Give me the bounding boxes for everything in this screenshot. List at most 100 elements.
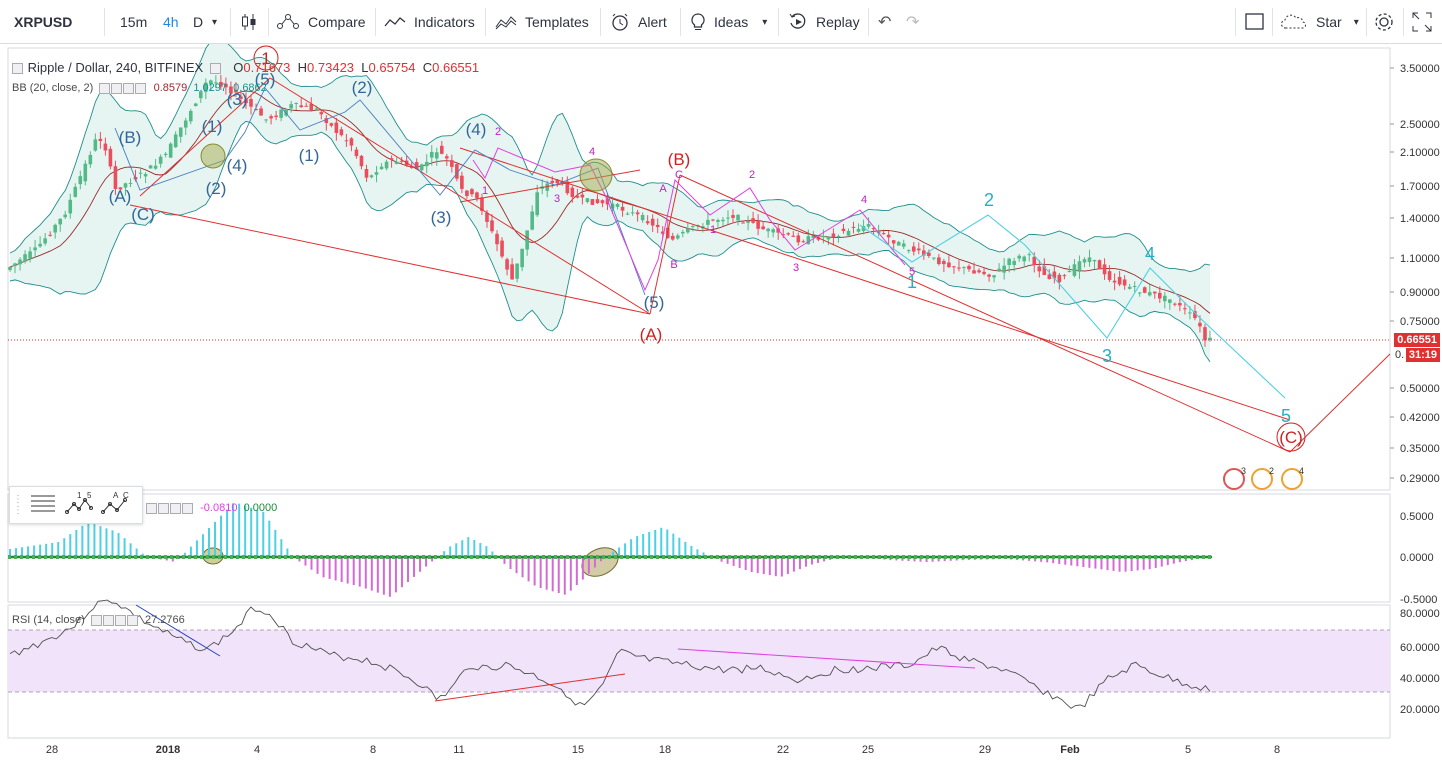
- candle-body: [851, 226, 856, 228]
- lines-menu-icon[interactable]: [29, 492, 57, 519]
- collapse-icon[interactable]: [12, 63, 23, 75]
- separator: [600, 8, 601, 36]
- ideas-button[interactable]: Ideas ▾: [690, 0, 767, 44]
- candle-body: [1117, 276, 1122, 285]
- interval-chevron-down-icon[interactable]: ▾: [212, 0, 217, 44]
- price-axis[interactable]: 3.50000 2.50000 2.10000 1.70000 1.40000 1.100…: [1390, 63, 1440, 716]
- candle-body: [1178, 303, 1182, 306]
- price-label: 0.75000: [1400, 316, 1440, 328]
- candle-body: [168, 143, 173, 158]
- candle-body: [726, 217, 730, 219]
- close-icon[interactable]: [126, 614, 138, 626]
- wave-label: 5: [909, 266, 915, 278]
- event-badges[interactable]: 3 2 4: [1223, 466, 1304, 490]
- eye-icon[interactable]: [146, 502, 157, 514]
- eye-icon[interactable]: [90, 614, 102, 626]
- undo-icon[interactable]: ↶: [878, 0, 891, 44]
- chart-area[interactable]: 1 (B) (A) (C) (B) (A) (C) (1) (2) (3) (4…: [0, 44, 1442, 761]
- templates-button[interactable]: Templates: [495, 0, 589, 44]
- interval-4h[interactable]: 4h: [163, 0, 179, 44]
- candle-body: [1032, 256, 1037, 265]
- candle-body: [600, 200, 605, 204]
- interval-15m[interactable]: 15m: [120, 0, 147, 44]
- redo-icon[interactable]: ↷: [906, 0, 919, 44]
- candle-body: [419, 164, 424, 171]
- settings-icon[interactable]: [102, 614, 114, 626]
- close-icon[interactable]: [182, 502, 193, 514]
- separator: [868, 8, 869, 36]
- candle-body: [550, 180, 555, 183]
- candle-body: [1112, 280, 1117, 283]
- candle-body: [1047, 274, 1052, 280]
- wave-label: (1): [299, 146, 320, 165]
- candle-body: [299, 105, 304, 108]
- bar-style-button[interactable]: [240, 0, 258, 44]
- star-chevron-down-icon[interactable]: ▾: [1354, 17, 1359, 28]
- candle-body: [485, 212, 489, 222]
- drawing-toolbar[interactable]: ⋮ ⋮ 15 AC: [9, 486, 143, 524]
- elliott-impulse-icon[interactable]: 15: [65, 490, 95, 521]
- replay-button[interactable]: Replay: [788, 0, 860, 44]
- candle-body: [1027, 254, 1032, 256]
- price-label: 3.50000: [1400, 63, 1440, 75]
- wave-label: 2: [984, 190, 994, 210]
- add-icon[interactable]: [123, 82, 135, 94]
- candle-body: [1007, 258, 1011, 266]
- time-label: Feb: [1060, 744, 1080, 756]
- candle-body: [424, 161, 429, 167]
- eye-icon[interactable]: [99, 82, 111, 94]
- candle-body: [1157, 292, 1162, 299]
- candle-body: [977, 270, 981, 273]
- rsi-axis-label: 80.0000: [1400, 608, 1440, 620]
- interval-d[interactable]: D: [193, 0, 203, 44]
- rsi-legend: RSI (14, close) 27.2766: [12, 614, 185, 626]
- separator: [375, 8, 376, 36]
- candle-body: [675, 235, 680, 239]
- candle-body: [942, 261, 946, 265]
- candle-body: [1092, 259, 1097, 262]
- fullscreen-box-button[interactable]: [1245, 0, 1265, 44]
- candle-body: [1062, 275, 1067, 277]
- close-icon[interactable]: [135, 82, 147, 94]
- ideas-chevron-down-icon[interactable]: ▾: [762, 17, 767, 28]
- candle-body: [349, 138, 354, 146]
- drag-handle-icon[interactable]: ⋮ ⋮: [13, 494, 23, 516]
- candle-body: [515, 263, 519, 279]
- candle-body: [78, 176, 83, 185]
- star-button[interactable]: Star ▾: [1280, 0, 1359, 44]
- indicators-button[interactable]: Indicators: [384, 0, 475, 44]
- candle-body: [88, 154, 93, 165]
- candle-body: [193, 103, 198, 107]
- elliott-correction-icon[interactable]: AC: [101, 490, 131, 521]
- candle-body: [896, 241, 901, 246]
- candle-body: [470, 189, 474, 195]
- wave-label: B: [670, 259, 677, 271]
- candle-body: [821, 235, 826, 238]
- current-price-tag: 0.66551: [1394, 333, 1440, 347]
- settings-icon[interactable]: [158, 502, 169, 514]
- candle-body: [972, 270, 976, 274]
- settings-button[interactable]: [1373, 0, 1395, 44]
- templates-icon: [495, 16, 517, 30]
- lightbulb-icon: [691, 13, 705, 30]
- gear-icon: [1375, 13, 1393, 31]
- candle-body: [751, 218, 755, 223]
- add-icon[interactable]: [170, 502, 181, 514]
- candle-body: [259, 108, 263, 116]
- settings-icon[interactable]: [111, 82, 123, 94]
- fullscreen-button[interactable]: [1412, 0, 1432, 44]
- compare-button[interactable]: Compare: [276, 0, 366, 44]
- symbol-input[interactable]: XRPUSD: [14, 0, 72, 44]
- wave-label: (C): [1279, 428, 1303, 447]
- wave-label: (4): [466, 120, 487, 139]
- candle-body: [163, 153, 168, 156]
- time-axis[interactable]: 28 2018 4 8 11 15 18 22 25 29 Feb 5 8: [46, 744, 1280, 756]
- add-icon[interactable]: [114, 614, 126, 626]
- chart-canvas[interactable]: 1 (B) (A) (C) (B) (A) (C) (1) (2) (3) (4…: [0, 44, 1442, 761]
- time-label: 4: [254, 744, 260, 756]
- alert-button[interactable]: Alert: [610, 0, 667, 44]
- wave-label: 2: [495, 126, 501, 138]
- settings-icon[interactable]: [210, 63, 222, 75]
- candle-body: [389, 158, 394, 160]
- compare-icon: [277, 14, 299, 29]
